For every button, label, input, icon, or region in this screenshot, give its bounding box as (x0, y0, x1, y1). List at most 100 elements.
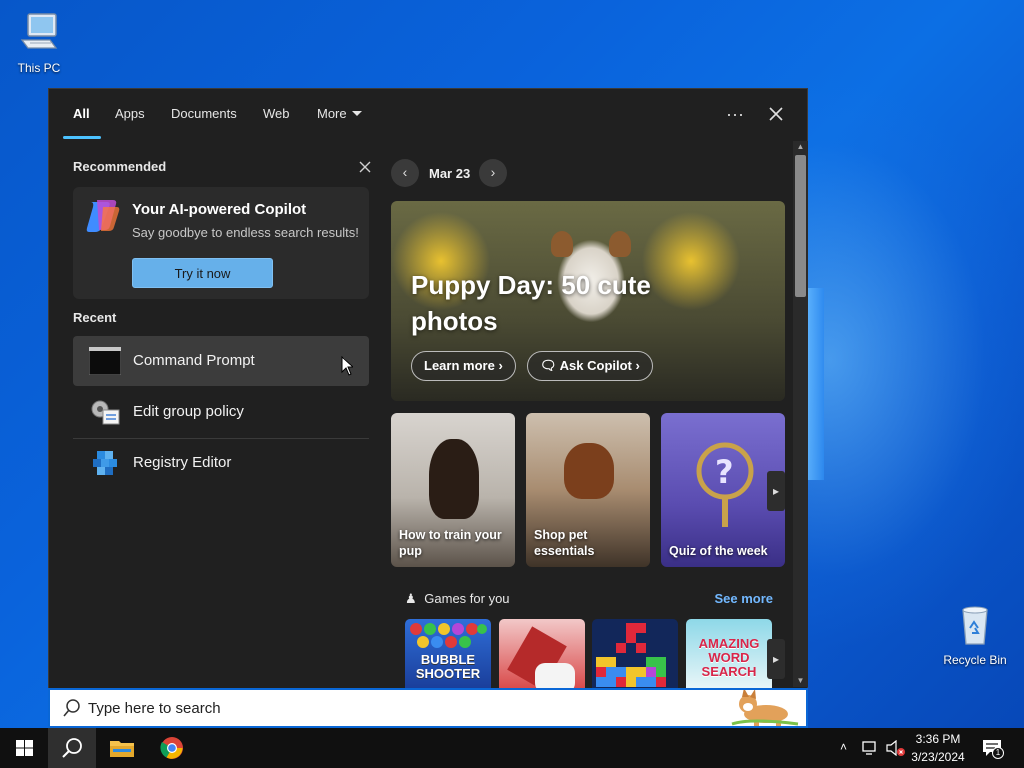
svg-text:?: ? (715, 453, 734, 491)
recent-item-edit-group-policy[interactable]: Edit group policy (73, 387, 369, 437)
ellipsis-icon: ··· (726, 104, 744, 124)
games-next-button[interactable]: ▸ (767, 639, 785, 679)
magnifier-question-icon: ? (696, 442, 754, 527)
chevron-right-icon: › (490, 164, 496, 180)
ask-copilot-button[interactable]: 🗨 Ask Copilot › (527, 351, 653, 381)
registry-editor-icon (93, 451, 117, 475)
ask-copilot-label: Ask Copilot (559, 358, 632, 373)
puppy-ear (609, 231, 631, 257)
taskbar-search-button[interactable] (48, 728, 96, 768)
game-art (535, 663, 575, 689)
chevron-down-icon (351, 111, 362, 116)
copilot-logo-icon (86, 200, 120, 232)
game-bubble-shooter[interactable]: BUBBLE SHOOTER (405, 619, 491, 689)
file-explorer-button[interactable] (98, 728, 146, 768)
copilot-card-title: Your AI-powered Copilot (132, 201, 307, 218)
previous-day-button[interactable]: ‹ (391, 159, 419, 187)
tile-train-pup[interactable]: How to train your pup (391, 413, 515, 567)
wallpaper-logo-glow (808, 288, 824, 480)
tab-documents[interactable]: Documents (171, 106, 237, 121)
clock-time[interactable]: 3:36 PM (904, 732, 972, 746)
desktop-icon-label: This PC (17, 61, 61, 75)
tab-more-label: More (317, 106, 347, 121)
recent-item-label: Edit group policy (133, 403, 244, 420)
more-options-button[interactable]: ··· (720, 101, 750, 127)
search-icon (63, 699, 80, 717)
chat-bubble-icon: 🗨 (540, 358, 557, 373)
notification-center-button[interactable]: 1 (982, 739, 1004, 762)
corgi-illustration-icon (731, 690, 799, 726)
command-prompt-icon (89, 347, 121, 375)
tile-caption: Shop pet essentials (534, 528, 595, 558)
tab-web[interactable]: Web (263, 106, 290, 121)
learn-more-label: Learn more (424, 358, 495, 373)
chevron-right-icon: ▸ (772, 484, 780, 498)
game-red-tiles[interactable] (499, 619, 585, 689)
tab-apps[interactable]: Apps (115, 106, 145, 121)
close-icon (769, 107, 783, 121)
recent-item-registry-editor[interactable]: Registry Editor (73, 438, 369, 488)
search-panel: All Apps Documents Web More ··· Recommen… (48, 88, 808, 728)
left-column: Recommended Your AI-powered Copilot Say … (73, 159, 371, 475)
search-icon (62, 738, 82, 758)
recent-item-command-prompt[interactable]: Command Prompt (73, 336, 369, 386)
scroll-up-icon[interactable]: ▲ (793, 141, 808, 153)
windows-logo-icon (16, 740, 33, 756)
try-it-now-button[interactable]: Try it now (132, 258, 273, 288)
game-title: BUBBLE SHOOTER (415, 652, 481, 681)
desktop-icon-this-pc[interactable]: This PC (4, 10, 74, 75)
active-tab-indicator (63, 136, 101, 139)
chevron-right-icon: › (498, 358, 503, 373)
recent-item-label: Registry Editor (133, 454, 232, 471)
desktop-icon-label: Recycle Bin (943, 653, 1007, 667)
tiles-next-button[interactable]: ▸ (767, 471, 785, 511)
desktop-icon-recycle-bin[interactable]: Recycle Bin (940, 602, 1010, 667)
game-word-search[interactable]: AMAZING WORD SEARCH (686, 619, 772, 689)
clock-date[interactable]: 3/23/2024 (904, 750, 972, 764)
chevron-left-icon: ‹ (402, 164, 408, 180)
dismiss-recommended-button[interactable] (359, 157, 371, 178)
search-box[interactable]: Type here to search (48, 688, 808, 728)
see-more-link[interactable]: See more (714, 591, 773, 606)
recycle-bin-icon (962, 606, 988, 645)
scroll-thumb[interactable] (795, 155, 806, 297)
tab-more[interactable]: More (317, 106, 362, 121)
scroll-down-icon[interactable]: ▼ (793, 675, 808, 687)
tile-caption: Quiz of the week (669, 544, 768, 558)
scrollbar[interactable]: ▲ ▼ (793, 141, 808, 687)
recommended-title: Recommended (73, 159, 167, 174)
show-hidden-icons-button[interactable]: ˄ (840, 740, 847, 754)
chevron-right-icon: › (635, 358, 640, 373)
chrome-icon (160, 737, 183, 759)
search-tabs: All Apps Documents Web More ··· (49, 89, 809, 139)
learn-more-button[interactable]: Learn more › (411, 351, 516, 381)
chrome-button[interactable] (148, 728, 196, 768)
tile-caption: How to train your pup (399, 528, 502, 558)
hero-card[interactable]: Puppy Day: 50 cute photos Learn more › 🗨… (391, 201, 785, 401)
blocks-image (596, 623, 666, 687)
game-block-puzzle[interactable] (592, 619, 678, 689)
search-input[interactable]: Type here to search (88, 700, 221, 717)
tile-pet-essentials[interactable]: Shop pet essentials (526, 413, 650, 567)
copilot-card-subtitle: Say goodbye to endless search results! (132, 225, 359, 240)
close-button[interactable] (761, 101, 791, 127)
network-icon[interactable] (862, 741, 880, 755)
mouse-cursor-icon (341, 356, 353, 376)
games-header: ♟ Games for you (405, 591, 510, 607)
recent-title: Recent (73, 310, 117, 325)
chevron-up-icon: ˄ (840, 740, 848, 754)
dachshund-image (429, 439, 479, 519)
next-day-button[interactable]: › (479, 159, 507, 187)
computer-icon (20, 13, 58, 49)
recent-item-label: Command Prompt (133, 352, 255, 369)
game-title: AMAZING WORD SEARCH (698, 636, 760, 679)
close-icon (359, 161, 371, 173)
chevron-right-icon: ▸ (772, 652, 780, 666)
tab-all[interactable]: All (73, 106, 90, 121)
volume-muted-icon[interactable] (886, 740, 906, 756)
highlight-date: Mar 23 (429, 166, 471, 181)
group-policy-icon (91, 400, 120, 425)
start-button[interactable] (0, 728, 48, 768)
games-title: Games for you (424, 591, 510, 606)
hero-title: Puppy Day: 50 cute photos (411, 270, 651, 336)
